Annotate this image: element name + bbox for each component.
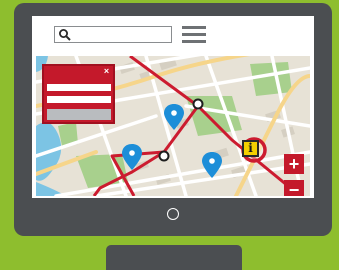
toolbar [32, 16, 314, 52]
waypoint-node [192, 98, 204, 110]
search-box[interactable] [54, 26, 172, 43]
screen: × i + − [32, 16, 314, 198]
waypoint-node [158, 150, 170, 162]
search-form-panel: × [42, 64, 115, 124]
close-icon[interactable]: × [102, 67, 111, 76]
illustration: × i + − [0, 0, 339, 270]
map-view[interactable]: × i + − [36, 56, 310, 196]
submit-button[interactable] [47, 109, 111, 120]
info-icon[interactable]: i [242, 140, 259, 157]
monitor-stand [106, 245, 242, 270]
power-button[interactable] [167, 208, 179, 220]
form-field[interactable] [47, 96, 111, 103]
form-field[interactable] [47, 84, 111, 91]
search-input[interactable] [73, 28, 167, 41]
monitor: × i + − [14, 3, 332, 236]
search-icon [59, 29, 71, 41]
zoom-out-button[interactable]: − [284, 180, 304, 196]
zoom-in-button[interactable]: + [284, 154, 304, 174]
hamburger-menu-icon[interactable] [182, 26, 206, 45]
